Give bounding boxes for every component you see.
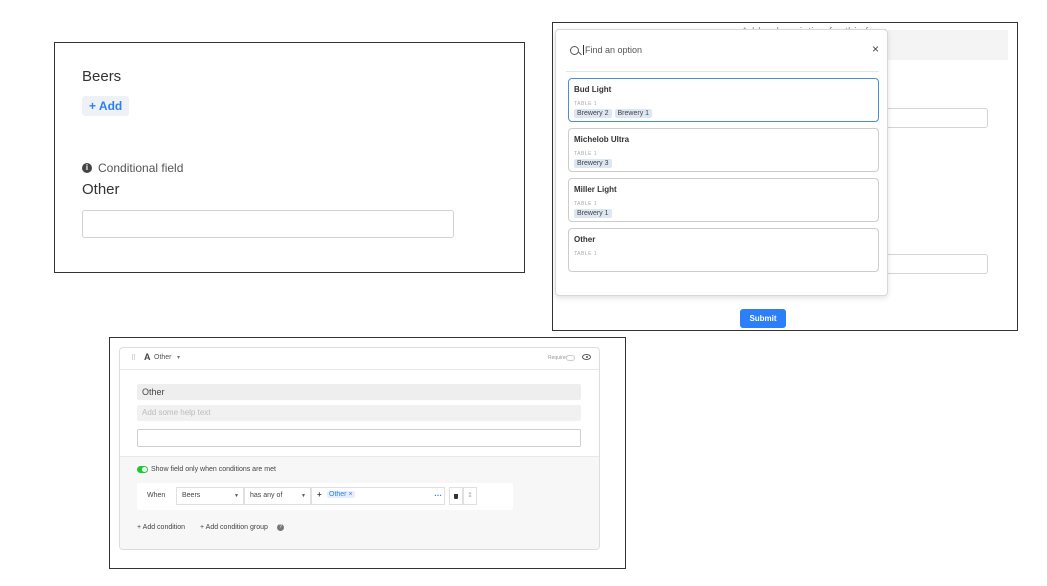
value-chip-other[interactable]: Other × bbox=[327, 491, 355, 498]
close-icon[interactable]: × bbox=[872, 42, 879, 56]
field-editor-card: ⠿ A Other ▾ Required Other Add some help… bbox=[119, 347, 600, 550]
info-icon: i bbox=[82, 163, 92, 173]
text-caret bbox=[583, 45, 584, 55]
chevron-down-icon: ▼ bbox=[301, 493, 306, 499]
help-text-input[interactable]: Add some help text bbox=[137, 405, 581, 421]
option-chips: Brewery 3 bbox=[574, 159, 612, 168]
field-preview-input[interactable] bbox=[137, 429, 581, 447]
help-icon[interactable]: ? bbox=[277, 524, 284, 531]
add-condition-group-button[interactable]: + Add condition group bbox=[200, 524, 268, 531]
brewery-chip: Brewery 2 bbox=[574, 109, 612, 118]
option-table-label: TABLE 1 bbox=[574, 251, 598, 257]
delete-condition-icon[interactable] bbox=[449, 487, 463, 505]
required-toggle[interactable] bbox=[566, 355, 575, 361]
brewery-chip: Brewery 1 bbox=[614, 109, 653, 118]
search-option-input[interactable] bbox=[585, 45, 845, 55]
option-chips: Brewery 1 bbox=[574, 209, 612, 218]
chevron-down-icon: ▾ bbox=[177, 355, 181, 361]
brewery-chip: Brewery 1 bbox=[574, 209, 612, 218]
field-label-input[interactable]: Other bbox=[137, 384, 581, 400]
beers-field-title: Beers bbox=[82, 68, 122, 85]
condition-operator-value: has any of bbox=[250, 492, 283, 499]
search-icon bbox=[570, 45, 579, 55]
option-name: Bud Light bbox=[574, 85, 612, 94]
more-icon[interactable]: … bbox=[434, 489, 442, 498]
field-editor-panel: ⠿ A Other ▾ Required Other Add some help… bbox=[109, 337, 626, 569]
submit-button[interactable]: Submit bbox=[740, 309, 786, 328]
add-beer-button[interactable]: + Add bbox=[82, 96, 130, 116]
add-condition-button[interactable]: + Add condition bbox=[137, 524, 185, 531]
option-name: Other bbox=[574, 235, 596, 244]
condition-operator-select[interactable]: has any of ▼ bbox=[244, 487, 311, 505]
field-editor-header: ⠿ A Other ▾ Required bbox=[120, 348, 599, 370]
option-card-miller-light[interactable]: Miller Light TABLE 1 Brewery 1 bbox=[568, 178, 879, 222]
conditional-field-label: Conditional field bbox=[98, 161, 184, 175]
option-card-bud-light[interactable]: Bud Light TABLE 1 Brewery 2 Brewery 1 bbox=[568, 78, 879, 122]
show-conditions-label: Show field only when conditions are met bbox=[151, 466, 276, 473]
other-field-title: Other bbox=[82, 181, 120, 198]
condition-row: When Beers ▼ has any of ▼ + Other × … ⁞⁞ bbox=[137, 483, 513, 510]
when-label: When bbox=[147, 492, 166, 499]
option-chips: Brewery 2 Brewery 1 bbox=[574, 109, 653, 118]
background-input-2 bbox=[883, 254, 988, 274]
brewery-chip: Brewery 3 bbox=[574, 159, 612, 168]
eye-icon[interactable] bbox=[582, 354, 591, 360]
option-table-label: TABLE 1 bbox=[574, 101, 598, 107]
drag-handle-icon[interactable]: ⠿ bbox=[131, 354, 136, 362]
other-text-input[interactable] bbox=[82, 210, 454, 238]
condition-field-select[interactable]: Beers ▼ bbox=[176, 487, 244, 505]
search-row bbox=[570, 45, 880, 55]
background-description-box bbox=[888, 30, 1008, 60]
option-table-label: TABLE 1 bbox=[574, 151, 598, 157]
field-name-dropdown[interactable]: Other bbox=[154, 354, 172, 361]
chevron-down-icon: ▼ bbox=[234, 493, 239, 499]
conditional-field-note: i Conditional field bbox=[82, 161, 183, 175]
form-preview-panel: Beers + Add i Conditional field Other bbox=[54, 42, 525, 273]
option-card-other[interactable]: Other TABLE 1 bbox=[568, 228, 879, 272]
text-field-type-icon: A bbox=[144, 352, 151, 362]
option-picker-popup: × Bud Light TABLE 1 Brewery 2 Brewery 1 … bbox=[555, 29, 888, 296]
option-card-michelob-ultra[interactable]: Michelob Ultra TABLE 1 Brewery 3 bbox=[568, 128, 879, 172]
show-conditions-toggle[interactable] bbox=[137, 466, 148, 473]
search-divider bbox=[566, 71, 879, 72]
option-table-label: TABLE 1 bbox=[574, 201, 598, 207]
option-name: Miller Light bbox=[574, 185, 617, 194]
option-picker-panel: Add a description for this form × Bud Li… bbox=[552, 22, 1018, 331]
drag-condition-icon[interactable]: ⁞⁞ bbox=[463, 487, 477, 505]
option-name: Michelob Ultra bbox=[574, 135, 630, 144]
add-value-icon[interactable]: + bbox=[317, 490, 322, 499]
background-input-1 bbox=[883, 108, 988, 128]
condition-field-value: Beers bbox=[182, 492, 201, 499]
